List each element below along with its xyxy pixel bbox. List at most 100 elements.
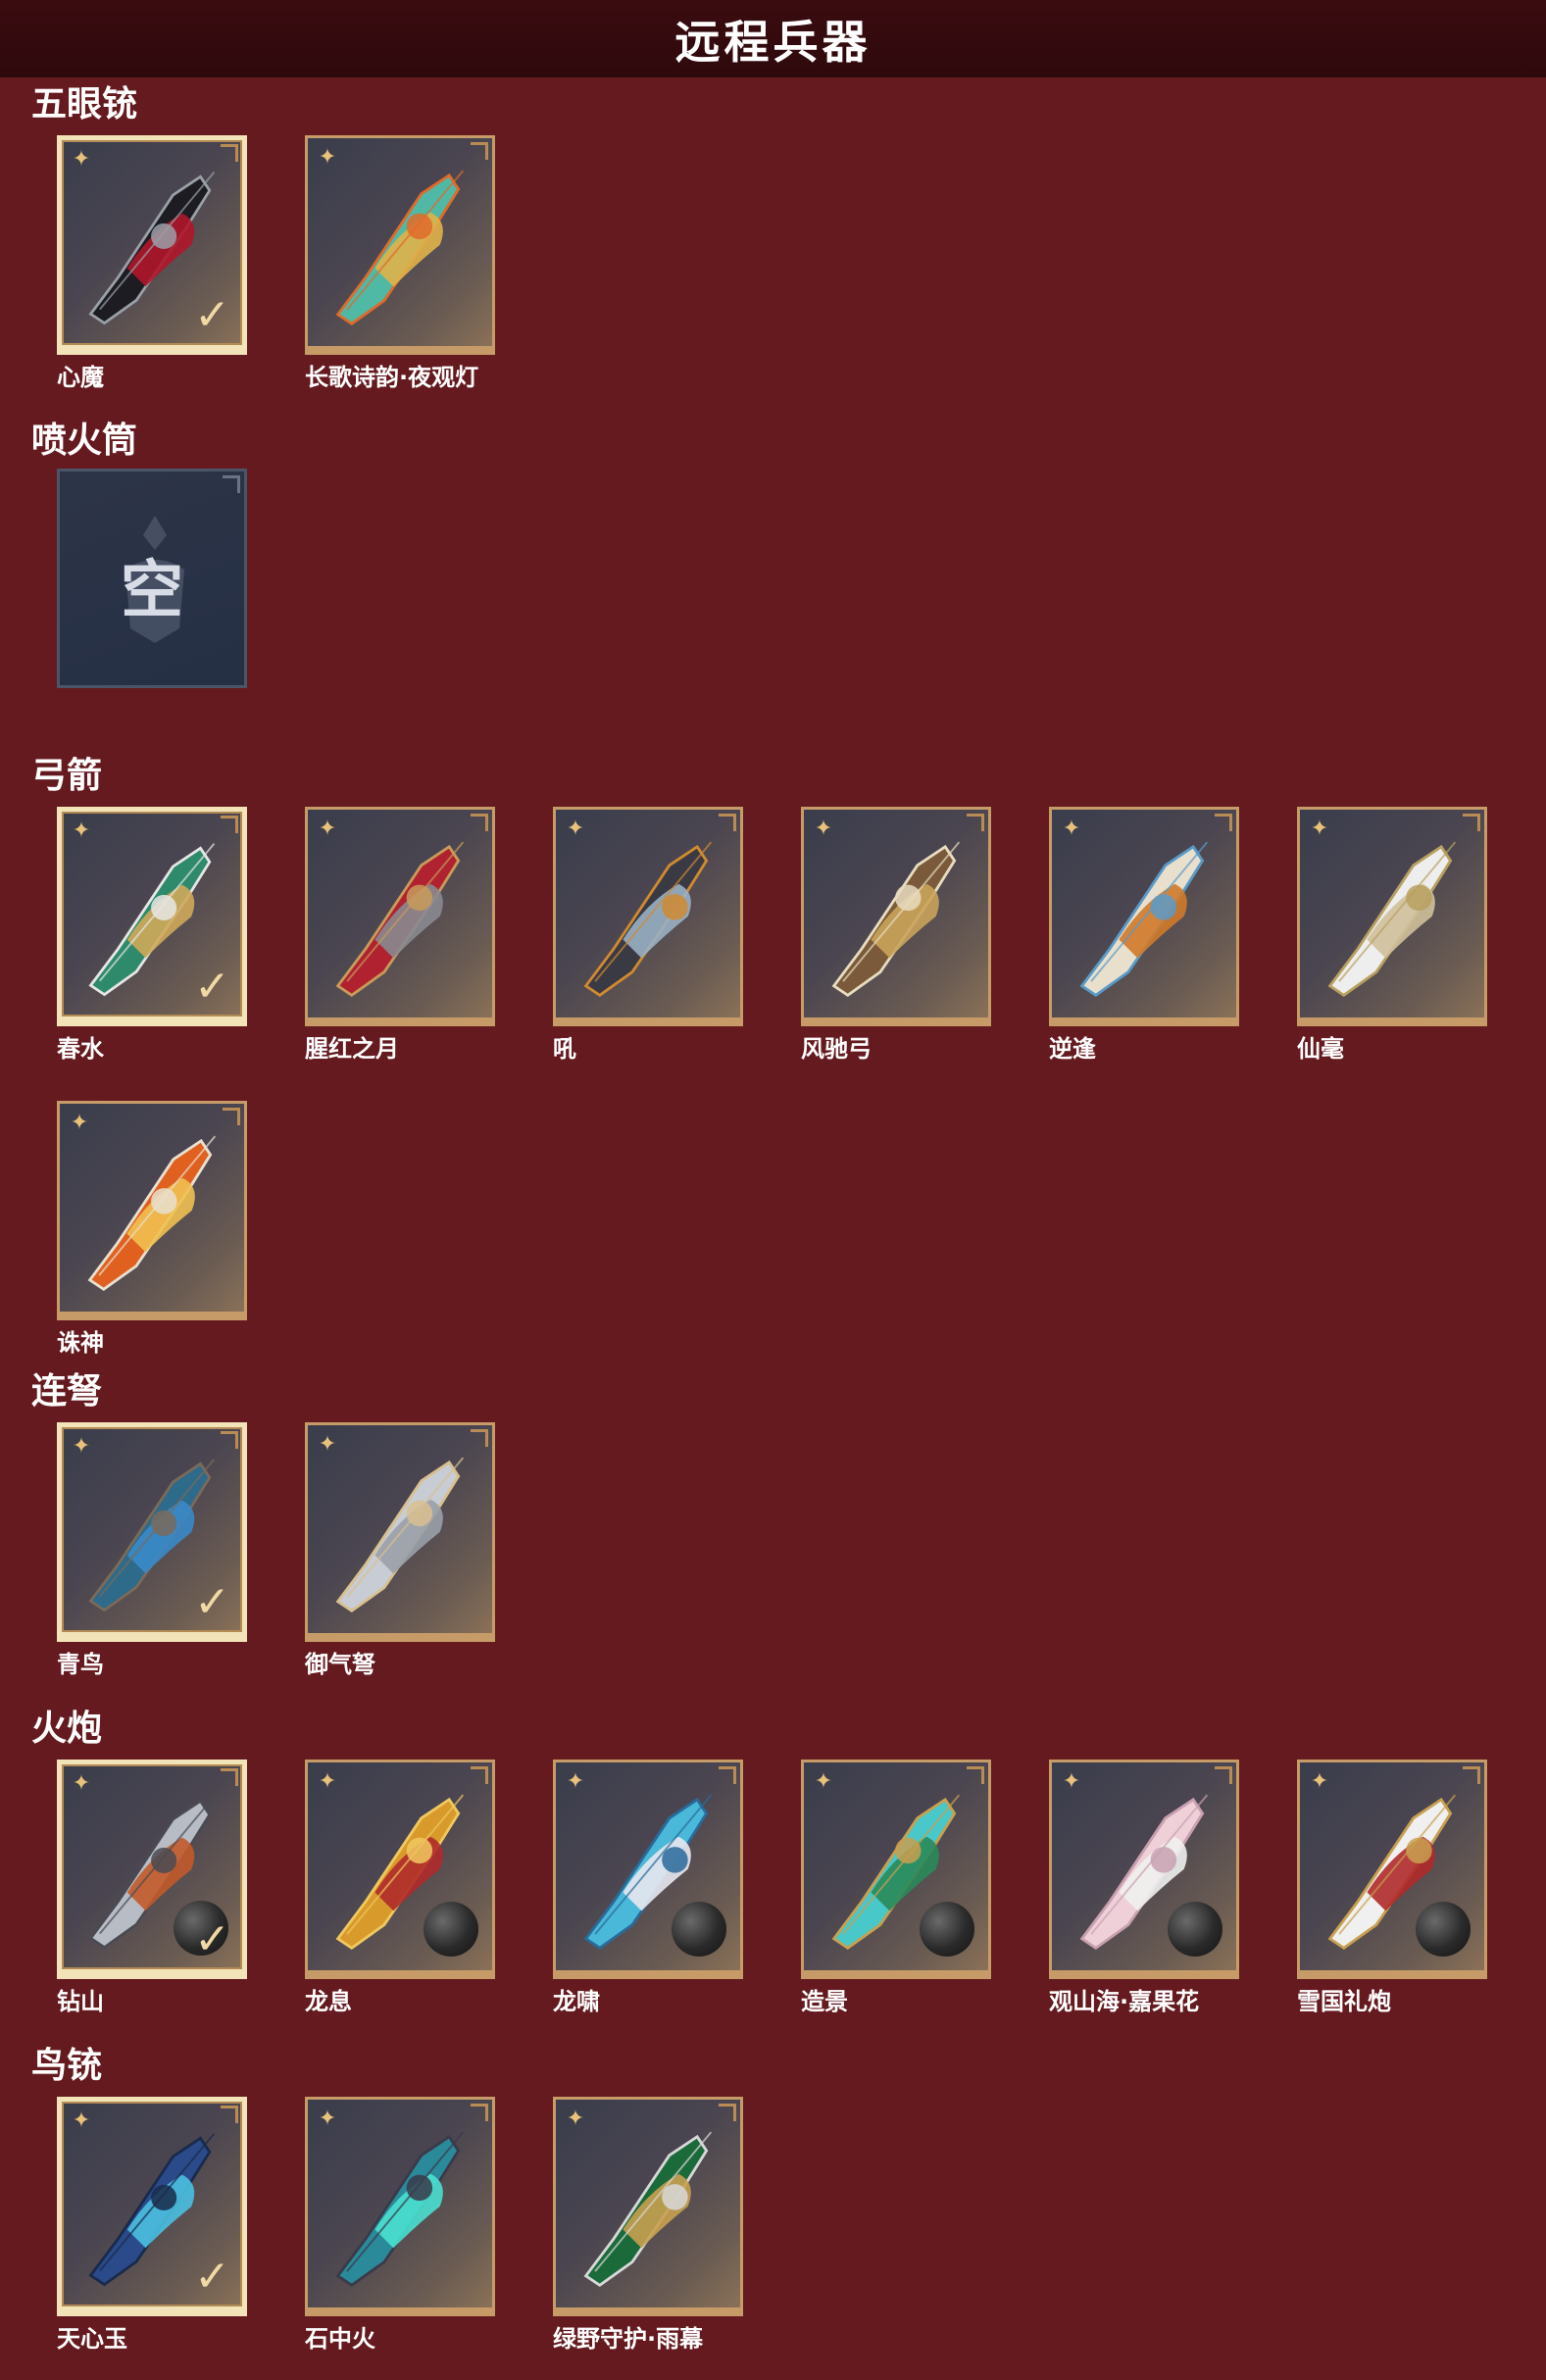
corner-mark-icon [471,2104,488,2121]
weapon-item[interactable]: ✦ 绿野守护·雨幕 [553,2097,743,2354]
weapon-name: 御气弩 [305,1651,375,1678]
corner-mark-icon [471,1429,488,1447]
cannonball-icon [424,1902,478,1957]
corner-mark-icon [1215,814,1232,831]
star-badge-icon: ✦ [72,818,91,843]
cannonball-icon [1168,1902,1222,1957]
weapon-name: 心魔 [57,364,104,391]
weapon-card[interactable]: ✦ ✓ [57,135,247,355]
weapon-card[interactable]: ✦ [1297,1760,1487,1979]
corner-mark-icon [719,1766,736,1784]
weapon-card[interactable]: ✦ ✓ [57,807,247,1026]
weapon-name: 龙息 [305,1988,352,2015]
weapon-card[interactable]: ✦ [1297,807,1487,1026]
weapon-name: 腥红之月 [305,1035,399,1063]
weapon-item[interactable]: ✦ 御气弩 [305,1422,495,1679]
weapon-item[interactable]: ✦ 石中火 [305,2097,495,2354]
corner-mark-icon [719,2104,736,2121]
owned-check-icon: ✓ [194,2252,230,2302]
star-badge-icon: ✦ [566,1769,585,1794]
corner-mark-icon [471,1766,488,1784]
weapon-item[interactable]: ✦ 长歌诗韵·夜观灯 [305,135,495,392]
corner-mark-icon [223,475,240,493]
weapon-item[interactable]: ✦ 吼 [553,807,743,1064]
star-badge-icon: ✦ [318,1432,337,1457]
star-badge-icon: ✦ [814,817,833,841]
category-title: 鸟铳 [31,2046,103,2086]
weapon-name: 观山海·嘉果花 [1049,1988,1200,2015]
weapon-card[interactable]: ✦ [1049,1760,1239,1979]
star-badge-icon: ✦ [1062,1769,1081,1794]
weapon-name: 造景 [801,1988,848,2015]
corner-mark-icon [223,1108,240,1125]
weapon-card[interactable]: ✦ [305,135,495,355]
weapon-name: 逆逢 [1049,1035,1096,1063]
empty-slot-label: 空 [121,555,183,627]
weapon-card[interactable]: ✦ [305,807,495,1026]
weapon-name: 长歌诗韵·夜观灯 [305,364,479,391]
weapon-card[interactable]: ✦ [305,1422,495,1642]
corner-mark-icon [1463,814,1480,831]
weapon-card[interactable]: ✦ [553,807,743,1026]
weapon-name: 春水 [57,1035,104,1063]
weapon-name: 绿野守护·雨幕 [553,2325,704,2353]
star-badge-icon: ✦ [72,1771,91,1796]
star-badge-icon: ✦ [72,1434,91,1459]
star-badge-icon: ✦ [72,2108,91,2133]
weapon-item[interactable]: ✦ ✓ 天心玉 [57,2097,247,2354]
weapon-item[interactable]: ✦ 龙啸 [553,1760,743,2016]
empty-slot[interactable]: 空 [57,469,247,688]
weapon-card[interactable]: ✦ [801,807,991,1026]
weapon-card[interactable]: ✦ [553,1760,743,1979]
weapon-card[interactable]: ✦ ✓ [57,1760,247,1979]
star-badge-icon: ✦ [318,2107,337,2131]
star-badge-icon: ✦ [814,1769,833,1794]
weapon-card[interactable]: ✦ [57,1101,247,1320]
corner-mark-icon [221,1768,238,1786]
weapon-card[interactable]: ✦ ✓ [57,2097,247,2316]
weapon-item[interactable]: ✦ ✓ 钻山 [57,1760,247,2016]
corner-mark-icon [1463,1766,1480,1784]
corner-mark-icon [221,2106,238,2123]
weapon-item[interactable]: ✦ 逆逢 [1049,807,1239,1064]
weapon-name: 诛神 [57,1329,104,1357]
owned-check-icon: ✓ [194,1914,230,1964]
weapon-item[interactable]: ✦ 仙毫 [1297,807,1487,1064]
weapon-card[interactable]: ✦ [305,1760,495,1979]
weapon-name: 钻山 [57,1988,104,2015]
cannonball-icon [1416,1902,1471,1957]
weapon-name: 仙毫 [1297,1035,1344,1063]
weapon-item[interactable]: ✦ 风驰弓 [801,807,991,1064]
category-title: 连弩 [31,1371,103,1412]
weapon-card[interactable]: ✦ [1049,807,1239,1026]
weapon-card[interactable]: ✦ [801,1760,991,1979]
star-badge-icon: ✦ [72,147,91,172]
weapon-name: 吼 [553,1035,576,1063]
star-badge-icon: ✦ [1310,1769,1329,1794]
owned-check-icon: ✓ [194,1577,230,1627]
weapon-item[interactable]: ✦ 龙息 [305,1760,495,2016]
cannonball-icon [920,1902,974,1957]
category-title: 弓箭 [31,756,103,796]
cannonball-icon [672,1902,726,1957]
weapon-item[interactable]: ✦ 腥红之月 [305,807,495,1064]
weapon-item[interactable]: ✦ ✓ 心魔 [57,135,247,392]
weapon-card[interactable]: ✦ ✓ [57,1422,247,1642]
weapon-item[interactable]: ✦ ✓ 春水 [57,807,247,1064]
weapon-item[interactable]: ✦ 造景 [801,1760,991,2016]
owned-check-icon: ✓ [194,962,230,1012]
weapon-item[interactable]: ✦ 观山海·嘉果花 [1049,1760,1239,2016]
corner-mark-icon [221,1431,238,1449]
weapon-name: 石中火 [305,2325,375,2353]
corner-mark-icon [221,144,238,162]
weapon-card[interactable]: ✦ [305,2097,495,2316]
corner-mark-icon [471,142,488,160]
star-badge-icon: ✦ [1062,817,1081,841]
weapon-card[interactable]: ✦ [553,2097,743,2316]
weapon-item[interactable]: ✦ 诛神 [57,1101,247,1358]
category-title: 五眼铳 [31,84,138,124]
weapon-item[interactable]: ✦ ✓ 青鸟 [57,1422,247,1679]
weapon-name: 龙啸 [553,1988,600,2015]
weapon-name: 风驰弓 [801,1035,872,1063]
weapon-item[interactable]: ✦ 雪国礼炮 [1297,1760,1487,2016]
